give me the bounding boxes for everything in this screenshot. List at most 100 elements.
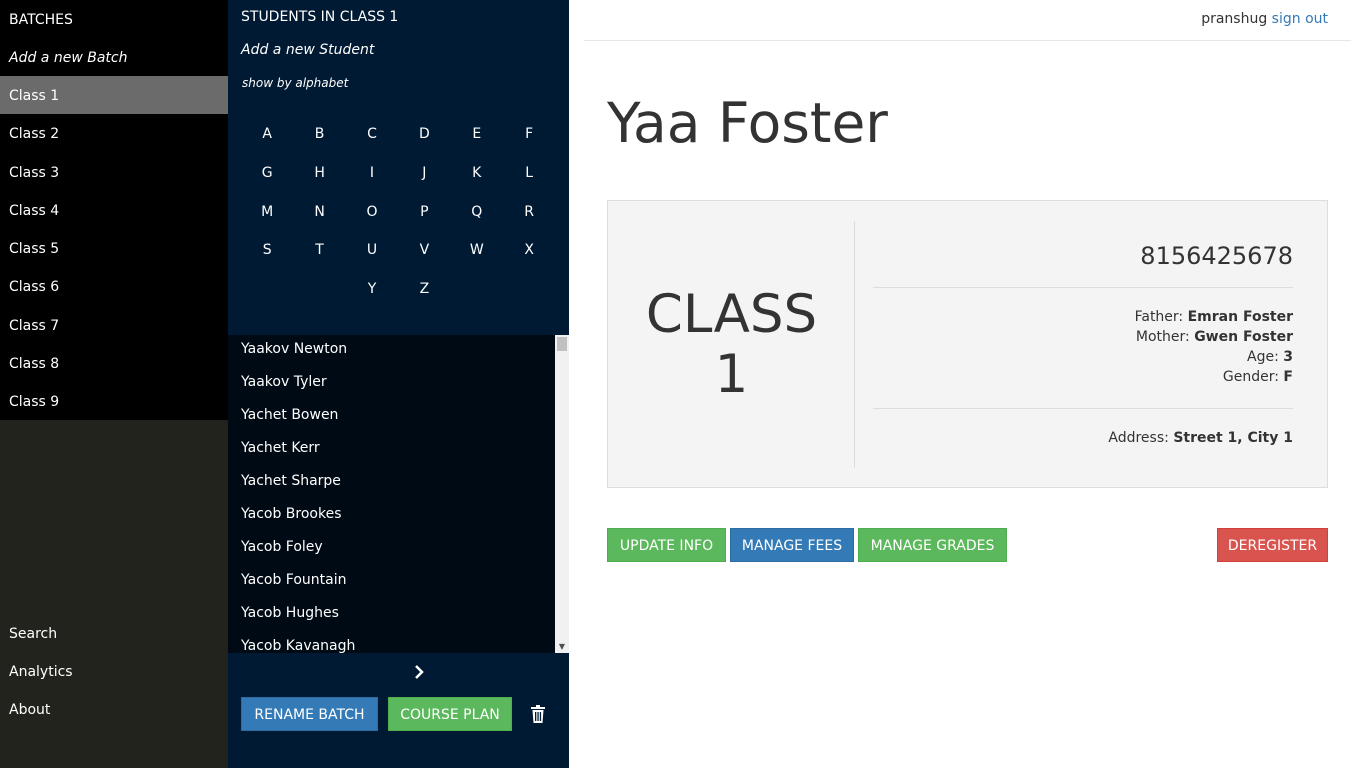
letter-spacer: [293, 270, 345, 309]
letter-filter[interactable]: V: [398, 231, 450, 270]
letter-filter[interactable]: F: [503, 115, 555, 154]
username: pranshug: [1201, 11, 1268, 27]
letter-filter[interactable]: B: [293, 115, 345, 154]
nav-search[interactable]: Search: [0, 615, 228, 653]
sidebar-item-class[interactable]: Class 6: [0, 267, 228, 305]
letter-filter[interactable]: M: [241, 193, 293, 232]
address-label: Address:: [1108, 430, 1169, 446]
sidebar-item-class[interactable]: Class 4: [0, 191, 228, 229]
student-list-item[interactable]: Yachet Bowen: [228, 401, 555, 434]
student-list-item[interactable]: Yachet Kerr: [228, 434, 555, 467]
student-list-item[interactable]: Yacob Foley: [228, 533, 555, 566]
student-card: CLASS 1 8156425678 Father: Emran Foster …: [607, 200, 1328, 488]
letter-spacer: [503, 270, 555, 309]
student-list: Yaakov Newton Yaakov Tyler Yachet Bowen Yac…: [228, 335, 555, 653]
nav-analytics[interactable]: Analytics: [0, 653, 228, 691]
trash-icon[interactable]: [530, 705, 546, 723]
letter-spacer: [241, 270, 293, 309]
letter-filter[interactable]: N: [293, 193, 345, 232]
sidebar-item-class[interactable]: Class 7: [0, 306, 228, 344]
course-plan-button[interactable]: COURSE PLAN: [388, 697, 512, 731]
student-list-scrollbar[interactable]: ▼: [555, 335, 569, 653]
user-info: pranshug sign out: [1201, 11, 1328, 27]
student-list-item[interactable]: Yaakov Tyler: [228, 368, 555, 401]
gender-line: Gender: F: [1223, 369, 1293, 385]
letter-filter[interactable]: U: [346, 231, 398, 270]
letter-filter[interactable]: C: [346, 115, 398, 154]
student-name: Yaa Foster: [607, 91, 888, 155]
alphabet-filter: ABCDEF GHIJKL MNOPQR STUVWX YZ: [241, 115, 555, 309]
student-list-item[interactable]: Yachet Sharpe: [228, 467, 555, 500]
sign-out-link[interactable]: sign out: [1272, 11, 1328, 27]
letter-spacer: [451, 270, 503, 309]
divider: [873, 408, 1293, 409]
address-line: Address: Street 1, City 1: [1108, 430, 1293, 446]
chevron-right-icon[interactable]: [411, 664, 427, 680]
sidebar-item-class[interactable]: Class 8: [0, 344, 228, 382]
letter-filter[interactable]: A: [241, 115, 293, 154]
letter-filter[interactable]: P: [398, 193, 450, 232]
student-list-item[interactable]: Yaakov Newton: [228, 335, 555, 368]
mother-label: Mother:: [1135, 329, 1190, 345]
letter-filter[interactable]: O: [346, 193, 398, 232]
letter-filter[interactable]: S: [241, 231, 293, 270]
show-by-alphabet-label: show by alphabet: [242, 76, 349, 90]
manage-grades-button[interactable]: MANAGE GRADES: [858, 528, 1007, 562]
gender-value: F: [1283, 369, 1293, 385]
batches-header: BATCHES: [9, 12, 73, 28]
letter-filter[interactable]: Q: [451, 193, 503, 232]
letter-filter[interactable]: E: [451, 115, 503, 154]
father-value: Emran Foster: [1187, 309, 1293, 325]
main-content: pranshug sign out Yaa Foster CLASS 1 815…: [569, 0, 1366, 768]
letter-filter[interactable]: X: [503, 231, 555, 270]
letter-filter[interactable]: L: [503, 154, 555, 193]
update-info-button[interactable]: UPDATE INFO: [607, 528, 726, 562]
letter-filter[interactable]: W: [451, 231, 503, 270]
student-list-item[interactable]: Yacob Hughes: [228, 599, 555, 632]
student-list-item[interactable]: Yacob Fountain: [228, 566, 555, 599]
letter-filter[interactable]: J: [398, 154, 450, 193]
letter-filter[interactable]: R: [503, 193, 555, 232]
batches-list-section: BATCHES Add a new Batch Class 1 Class 2 Cl…: [0, 0, 228, 420]
letter-filter[interactable]: D: [398, 115, 450, 154]
letter-filter[interactable]: K: [451, 154, 503, 193]
father-label: Father:: [1134, 309, 1184, 325]
sidebar-item-class[interactable]: Class 1: [0, 76, 228, 115]
students-panel-footer: RENAME BATCH COURSE PLAN: [228, 653, 569, 768]
age-label: Age:: [1247, 349, 1279, 365]
student-details: 8156425678 Father: Emran Foster Mother: …: [873, 201, 1293, 489]
scrollbar-thumb[interactable]: [557, 337, 567, 351]
mother-line: Mother: Gwen Foster: [1136, 329, 1293, 345]
class-number: 1: [714, 344, 749, 405]
father-line: Father: Emran Foster: [1135, 309, 1293, 325]
address-value: Street 1, City 1: [1173, 430, 1293, 446]
sidebar-item-class[interactable]: Class 3: [0, 153, 228, 191]
students-title: STUDENTS IN CLASS 1: [241, 9, 399, 25]
age-value: 3: [1283, 349, 1293, 365]
scroll-down-arrow-icon[interactable]: ▼: [555, 643, 569, 651]
sidebar-bottom-nav: Search Analytics About: [0, 615, 228, 729]
rename-batch-button[interactable]: RENAME BATCH: [241, 697, 378, 731]
students-panel-header: STUDENTS IN CLASS 1 Add a new Student sh…: [228, 0, 569, 335]
manage-fees-button[interactable]: MANAGE FEES: [730, 528, 854, 562]
letter-filter[interactable]: H: [293, 154, 345, 193]
add-student-link[interactable]: Add a new Student: [241, 42, 374, 58]
sidebar-item-class[interactable]: Class 2: [0, 114, 228, 152]
letter-filter[interactable]: I: [346, 154, 398, 193]
letter-filter[interactable]: Y: [346, 270, 398, 309]
letter-filter[interactable]: T: [293, 231, 345, 270]
batches-sidebar: BATCHES Add a new Batch Class 1 Class 2 Cl…: [0, 0, 228, 768]
age-line: Age: 3: [1247, 349, 1293, 365]
letter-filter[interactable]: Z: [398, 270, 450, 309]
students-panel: STUDENTS IN CLASS 1 Add a new Student sh…: [228, 0, 569, 768]
student-list-item[interactable]: Yacob Kavanagh: [228, 632, 555, 653]
deregister-button[interactable]: DEREGISTER: [1217, 528, 1328, 562]
sidebar-item-class[interactable]: Class 5: [0, 229, 228, 267]
student-list-item[interactable]: Yacob Brookes: [228, 500, 555, 533]
phone-number: 8156425678: [1140, 242, 1293, 270]
add-batch-link[interactable]: Add a new Batch: [0, 38, 228, 76]
letter-filter[interactable]: G: [241, 154, 293, 193]
nav-about[interactable]: About: [0, 691, 228, 729]
class-label: CLASS 1: [608, 285, 855, 405]
sidebar-item-class[interactable]: Class 9: [0, 382, 228, 420]
